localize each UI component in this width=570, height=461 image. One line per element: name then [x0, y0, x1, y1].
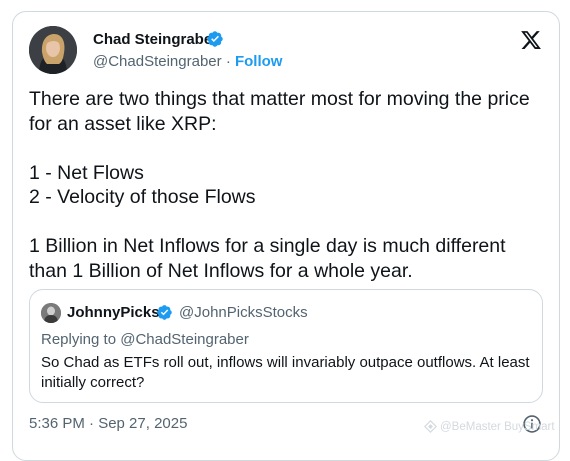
- author-avatar[interactable]: [29, 26, 77, 74]
- quoted-author-handle: @JohnPicksStocks: [179, 304, 308, 321]
- author-handle[interactable]: @ChadSteingraber: [93, 53, 222, 70]
- quoted-tweet[interactable]: JohnnyPicks @JohnPicksStocks Replying to…: [29, 289, 543, 403]
- follow-button[interactable]: Follow: [235, 53, 283, 70]
- watermark-text: @BeMaster BuySmart: [440, 420, 555, 433]
- quoted-tweet-text: So Chad as ETFs roll out, inflows will i…: [41, 354, 530, 391]
- verified-badge-icon: [207, 31, 223, 47]
- x-logo-icon[interactable]: [520, 29, 542, 51]
- verified-badge-icon: [157, 305, 172, 320]
- author-handle-row: @ChadSteingraber · Follow: [93, 53, 282, 70]
- quoted-author-name: JohnnyPicks: [67, 304, 160, 321]
- watermark-logo-icon: [424, 420, 437, 433]
- replying-to-label: Replying to @ChadSteingraber: [41, 331, 249, 348]
- tweet-timestamp[interactable]: 5:36 PM · Sep 27, 2025: [29, 415, 187, 432]
- tweet-card: Chad Steingraber @ChadSteingraber · Foll…: [12, 11, 560, 461]
- separator-dot: ·: [225, 53, 231, 70]
- quoted-author-avatar: [41, 303, 61, 323]
- author-name[interactable]: Chad Steingraber: [93, 31, 218, 48]
- watermark: @BeMaster BuySmart: [424, 420, 555, 433]
- tweet-text: There are two things that matter most fo…: [29, 88, 530, 282]
